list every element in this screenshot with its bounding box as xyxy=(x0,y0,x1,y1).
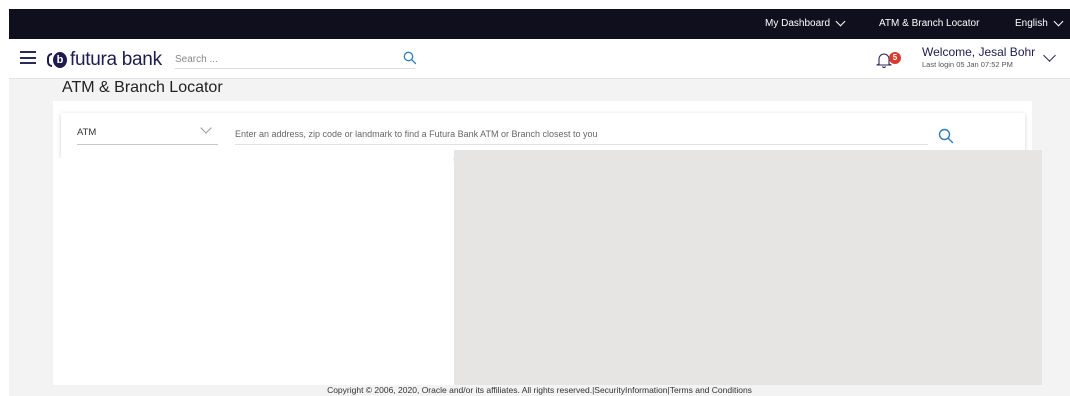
app-frame: My Dashboard ATM & Branch Locator Englis… xyxy=(9,9,1070,396)
global-search-input[interactable] xyxy=(175,51,415,69)
notification-badge: 5 xyxy=(889,52,901,64)
chevron-down-icon xyxy=(835,16,846,27)
copyright-text: Copyright © 2006, 2020, Oracle and/or it… xyxy=(327,385,752,395)
search-icon[interactable] xyxy=(403,51,417,65)
results-list-panel xyxy=(53,158,453,385)
search-icon[interactable] xyxy=(938,128,954,144)
user-menu[interactable]: Welcome, Jesal Bohr Last login 05 Jan 07… xyxy=(922,45,1035,69)
my-dashboard-menu[interactable]: My Dashboard xyxy=(765,16,846,29)
my-dashboard-label: My Dashboard xyxy=(765,18,831,29)
location-search-input[interactable] xyxy=(235,124,928,145)
atm-branch-locator-link[interactable]: ATM & Branch Locator xyxy=(879,18,979,29)
location-type-value: ATM xyxy=(77,127,97,138)
chevron-down-icon xyxy=(200,122,212,134)
language-menu[interactable]: English xyxy=(1015,16,1064,29)
chevron-down-icon[interactable] xyxy=(1043,49,1056,62)
welcome-text: Welcome, Jesal Bohr xyxy=(922,45,1036,59)
last-login-text: Last login 05 Jan 07:52 PM xyxy=(922,60,1013,69)
map-view[interactable] xyxy=(454,150,1042,385)
bank-logo-icon: b xyxy=(47,50,67,70)
menu-icon[interactable] xyxy=(20,51,36,64)
location-type-select[interactable]: ATM xyxy=(77,122,218,145)
footer: Copyright © 2006, 2020, Oracle and/or it… xyxy=(9,385,1070,396)
futura-bank-logo[interactable]: b futura bank xyxy=(47,49,162,71)
top-nav-bar: My Dashboard ATM & Branch Locator Englis… xyxy=(9,9,1070,39)
brand-name: futura bank xyxy=(70,49,162,70)
chevron-down-icon xyxy=(1053,16,1064,27)
app-header: b futura bank 5 Welcome, Jesal Bohr Last… xyxy=(9,39,1070,79)
atm-branch-locator-label: ATM & Branch Locator xyxy=(879,18,980,29)
page-title: ATM & Branch Locator xyxy=(62,79,223,96)
language-label: English xyxy=(1015,18,1048,29)
